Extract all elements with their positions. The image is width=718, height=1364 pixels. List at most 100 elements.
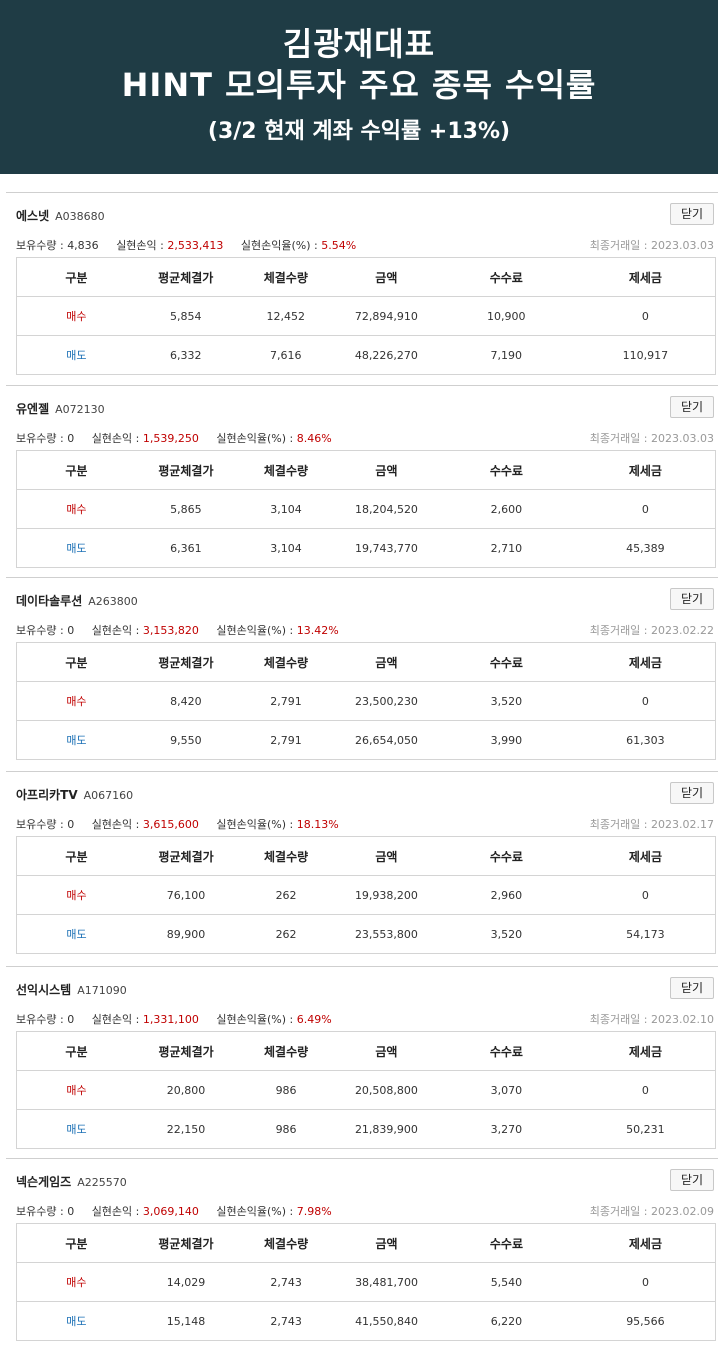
table-header: 구분 (16, 1223, 136, 1263)
profit-label: 실현손익 : (91, 432, 143, 445)
table-cell: 19,743,770 (335, 528, 437, 568)
table-cell: 0 (575, 681, 716, 721)
table-cell: 3,520 (436, 914, 576, 954)
holding-label: 보유수량 : (16, 624, 68, 637)
stock-summary: 보유수량 : 0 실현손익 : 3,153,820 실현손익율(%) : 13.… (16, 622, 339, 638)
last-trade-value: 2023.03.03 (651, 432, 714, 445)
stock-title: 넥슨게임즈 A225570 (16, 1173, 127, 1190)
table-cell: 5,865 (135, 489, 236, 529)
last-trade-value: 2023.02.10 (651, 1013, 714, 1026)
table-cell: 3,104 (235, 489, 336, 529)
table-header: 구분 (16, 257, 136, 297)
table-cell: 262 (236, 875, 336, 915)
table-cell: 26,654,050 (335, 720, 437, 760)
last-trade-label: 최종거래일 : (589, 1205, 652, 1218)
table-cell: 0 (575, 296, 716, 336)
row-type-buy: 매수 (16, 296, 136, 336)
last-trade-date: 최종거래일 : 2023.02.09 (590, 1203, 714, 1219)
trade-table: 구분 평균체결가 체결수량 금액 수수료 제세금 매수 76,100 262 19,938,2… (16, 836, 716, 954)
table-header: 수수료 (437, 1223, 576, 1263)
table-cell: 6,220 (437, 1301, 576, 1341)
close-button[interactable]: 닫기 (670, 588, 714, 610)
profit-rate-value: 8.46% (296, 432, 332, 445)
stock-summary: 보유수량 : 0 실현손익 : 1,539,250 실현손익율(%) : 8.4… (16, 430, 332, 446)
table-header: 제세금 (575, 450, 716, 490)
profit-value: 3,615,600 (142, 818, 199, 831)
table-cell: 0 (575, 489, 716, 529)
row-type-sell: 매도 (16, 528, 136, 568)
sell-row: 매도 6,332 7,616 48,226,270 7,190 110,917 (16, 335, 716, 375)
last-trade-label: 최종거래일 : (589, 624, 652, 637)
sell-row: 매도 89,900 262 23,553,800 3,520 54,173 (16, 914, 716, 954)
trade-table: 구분 평균체결가 체결수량 금액 수수료 제세금 매수 5,865 3,104 18,204,… (16, 450, 716, 568)
table-cell: 18,204,520 (335, 489, 437, 529)
profit-rate-value: 5.54% (321, 239, 357, 252)
sell-row: 매도 15,148 2,743 41,550,840 6,220 95,566 (16, 1301, 716, 1341)
profit-label: 실현손익 : (91, 818, 143, 831)
row-type-buy: 매수 (16, 489, 136, 529)
table-header: 수수료 (436, 836, 576, 876)
sell-row: 매도 6,361 3,104 19,743,770 2,710 45,389 (16, 528, 716, 568)
close-button[interactable]: 닫기 (670, 396, 714, 418)
table-cell: 23,553,800 (335, 914, 437, 954)
table-cell: 48,226,270 (335, 335, 437, 375)
stock-card: 넥슨게임즈 A225570 닫기 보유수량 : 0 실현손익 : 3,069,14… (6, 1158, 718, 1352)
table-header: 금액 (335, 642, 437, 682)
table-header: 제세금 (575, 1031, 716, 1071)
table-header: 제세금 (575, 257, 716, 297)
table-cell: 7,616 (235, 335, 336, 375)
banner: 김광재대표 HINT 모의투자 주요 종목 수익률 (3/2 현재 계좌 수익률… (0, 0, 718, 174)
holding-label: 보유수량 : (16, 239, 68, 252)
table-header: 평균체결가 (135, 450, 236, 490)
profit-label: 실현손익 : (116, 239, 168, 252)
banner-title: 김광재대표 (282, 25, 436, 63)
table-cell: 7,190 (436, 335, 576, 375)
close-button[interactable]: 닫기 (670, 1169, 714, 1191)
table-cell: 6,332 (135, 335, 236, 375)
stock-name: 넥슨게임즈 (16, 1175, 72, 1189)
table-header: 수수료 (436, 450, 576, 490)
table-cell: 0 (575, 1262, 716, 1302)
table-cell: 2,600 (436, 489, 576, 529)
close-button[interactable]: 닫기 (670, 782, 714, 804)
stock-card: 유엔젤 A072130 닫기 보유수량 : 0 실현손익 : 1,539,250 … (6, 385, 718, 579)
table-cell: 3,270 (436, 1109, 576, 1149)
table-cell: 3,104 (235, 528, 336, 568)
table-cell: 23,500,230 (335, 681, 437, 721)
stock-card: 아프리카TV A067160 닫기 보유수량 : 0 실현손익 : 3,615,6… (6, 771, 718, 965)
table-header: 체결수량 (235, 642, 336, 682)
table-cell: 22,150 (135, 1109, 237, 1149)
table-header: 체결수량 (235, 450, 336, 490)
banner-note: (3/2 현재 계좌 수익률 +13%) (207, 119, 511, 144)
table-header: 제세금 (575, 1223, 716, 1263)
buy-row: 매수 20,800 986 20,508,800 3,070 0 (16, 1070, 716, 1110)
table-header: 평균체결가 (135, 1223, 237, 1263)
profit-rate-label: 실현손익율(%) : (216, 818, 297, 831)
stock-summary: 보유수량 : 4,836 실현손익 : 2,533,413 실현손익율(%) :… (16, 237, 356, 253)
row-type-sell: 매도 (16, 720, 136, 760)
table-cell: 95,566 (575, 1301, 716, 1341)
stock-name: 데이타솔루션 (16, 594, 83, 608)
profit-value: 2,533,413 (167, 239, 224, 252)
table-header: 수수료 (436, 642, 576, 682)
table-cell: 9,550 (135, 720, 236, 760)
table-header: 평균체결가 (135, 1031, 237, 1071)
table-cell: 3,520 (436, 681, 576, 721)
last-trade-label: 최종거래일 : (589, 239, 652, 252)
table-cell: 38,481,700 (336, 1262, 438, 1302)
stock-code: A263800 (88, 595, 138, 608)
stock-title: 선익시스템 A171090 (16, 981, 127, 998)
stock-code: A171090 (77, 984, 127, 997)
table-header: 금액 (335, 836, 437, 876)
table-cell: 61,303 (575, 720, 716, 760)
table-cell: 19,938,200 (335, 875, 437, 915)
table-cell: 262 (236, 914, 336, 954)
table-cell: 15,148 (135, 1301, 237, 1341)
stock-summary: 보유수량 : 0 실현손익 : 3,615,600 실현손익율(%) : 18.… (16, 816, 339, 832)
sell-row: 매도 22,150 986 21,839,900 3,270 50,231 (16, 1109, 716, 1149)
close-button[interactable]: 닫기 (670, 977, 714, 999)
close-button[interactable]: 닫기 (670, 203, 714, 225)
stock-summary: 보유수량 : 0 실현손익 : 3,069,140 실현손익율(%) : 7.9… (16, 1203, 332, 1219)
table-cell: 0 (575, 875, 716, 915)
stock-title: 아프리카TV A067160 (16, 786, 133, 803)
